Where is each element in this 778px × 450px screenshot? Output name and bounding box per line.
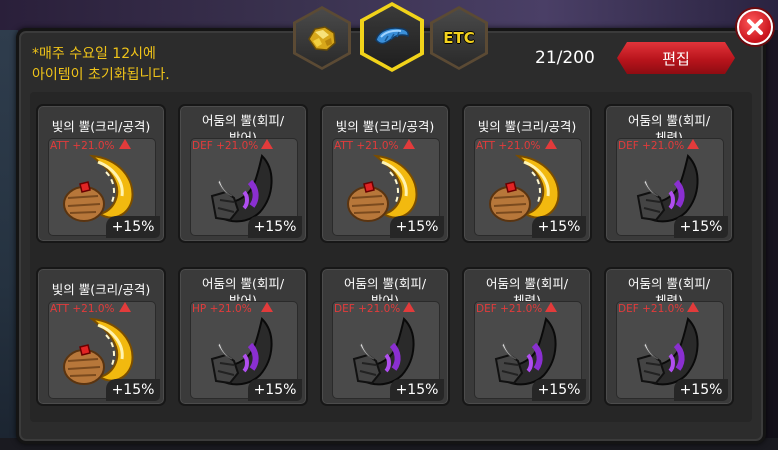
stat-up-arrow-icon: [687, 139, 699, 149]
reset-notice-line-2: 아이템이 초기화됩니다.: [32, 67, 170, 83]
item-bonus: +15%: [674, 379, 728, 401]
item-card[interactable]: 어둠의 뿔(회피/방어) HP +21.0%+15%: [178, 267, 308, 406]
reset-notice: *매주 수요일 12시에 아이템이 초기화됩니다.: [32, 44, 170, 86]
stat-up-arrow-icon: [403, 302, 415, 312]
stat-up-arrow-icon: [545, 302, 557, 312]
item-card[interactable]: 어둠의 뿔(회피/체력) DEF +21.0%+15%: [604, 267, 734, 406]
item-count: 21/200: [535, 48, 595, 68]
stat-up-arrow-icon: [261, 302, 273, 312]
item-card[interactable]: 빛의 뿔(크리/공격) ATT +21.0% +15%: [320, 104, 450, 243]
dark-horn-icon: [346, 315, 424, 387]
reset-notice-line-1: *매주 수요일 12시에: [32, 46, 156, 62]
item-card[interactable]: 어둠의 뿔(회피/체력) DEF +21.0%+15%: [604, 104, 734, 243]
item-bonus: +15%: [106, 379, 160, 401]
item-card[interactable]: 빛의 뿔(크리/공격) ATT +21.0% +15%: [36, 267, 166, 406]
close-icon: [747, 19, 763, 35]
stat-up-arrow-icon: [261, 139, 273, 149]
dark-horn-icon: [630, 152, 708, 224]
tab-etc-label: ETC: [443, 29, 475, 47]
item-card[interactable]: 어둠의 뿔(회피/방어) DEF +21.0%+15%: [320, 267, 450, 406]
blue-horn-icon: [375, 27, 409, 45]
dark-horn-icon: [488, 315, 566, 387]
item-stat: HP +21.0%: [192, 303, 252, 315]
gold-ore-icon: [308, 26, 336, 51]
item-stat: DEF +21.0%: [334, 303, 401, 315]
item-name: 빛의 뿔(크리/공격): [477, 119, 577, 134]
light-horn-icon: [346, 152, 424, 224]
dark-horn-icon: [204, 152, 282, 224]
stat-up-arrow-icon: [687, 302, 699, 312]
item-bonus: +15%: [532, 379, 586, 401]
item-card[interactable]: 어둠의 뿔(회피/체력) DEF +21.0%+15%: [462, 267, 592, 406]
item-stat: ATT +21.0%: [334, 140, 399, 152]
item-bonus: +15%: [248, 379, 302, 401]
item-stat: DEF +21.0%: [618, 140, 685, 152]
light-horn-icon: [62, 315, 140, 387]
stat-up-arrow-icon: [403, 139, 415, 149]
item-name: 빛의 뿔(크리/공격): [335, 119, 435, 134]
item-name: 빛의 뿔(크리/공격): [51, 282, 151, 297]
item-name: 빛의 뿔(크리/공격): [51, 119, 151, 134]
item-bonus: +15%: [248, 216, 302, 238]
item-card[interactable]: 어둠의 뿔(회피/방어) DEF +21.0%+15%: [178, 104, 308, 243]
item-stat: ATT +21.0%: [50, 303, 115, 315]
item-stat: ATT +21.0%: [476, 140, 541, 152]
stat-up-arrow-icon: [119, 139, 131, 149]
stat-up-arrow-icon: [545, 139, 557, 149]
item-bonus: +15%: [532, 216, 586, 238]
item-bonus: +15%: [390, 216, 444, 238]
edit-button[interactable]: 편집: [617, 42, 735, 74]
dark-horn-icon: [630, 315, 708, 387]
item-stat: DEF +21.0%: [192, 140, 259, 152]
dark-horn-icon: [204, 315, 282, 387]
item-stat: DEF +21.0%: [476, 303, 543, 315]
item-stat: ATT +21.0%: [50, 140, 115, 152]
item-card[interactable]: 빛의 뿔(크리/공격) ATT +21.0% +15%: [36, 104, 166, 243]
close-button[interactable]: [737, 9, 773, 45]
stat-up-arrow-icon: [119, 302, 131, 312]
item-card[interactable]: 빛의 뿔(크리/공격) ATT +21.0% +15%: [462, 104, 592, 243]
item-bonus: +15%: [390, 379, 444, 401]
light-horn-icon: [488, 152, 566, 224]
light-horn-icon: [62, 152, 140, 224]
item-bonus: +15%: [106, 216, 160, 238]
item-stat: DEF +21.0%: [618, 303, 685, 315]
item-bonus: +15%: [674, 216, 728, 238]
